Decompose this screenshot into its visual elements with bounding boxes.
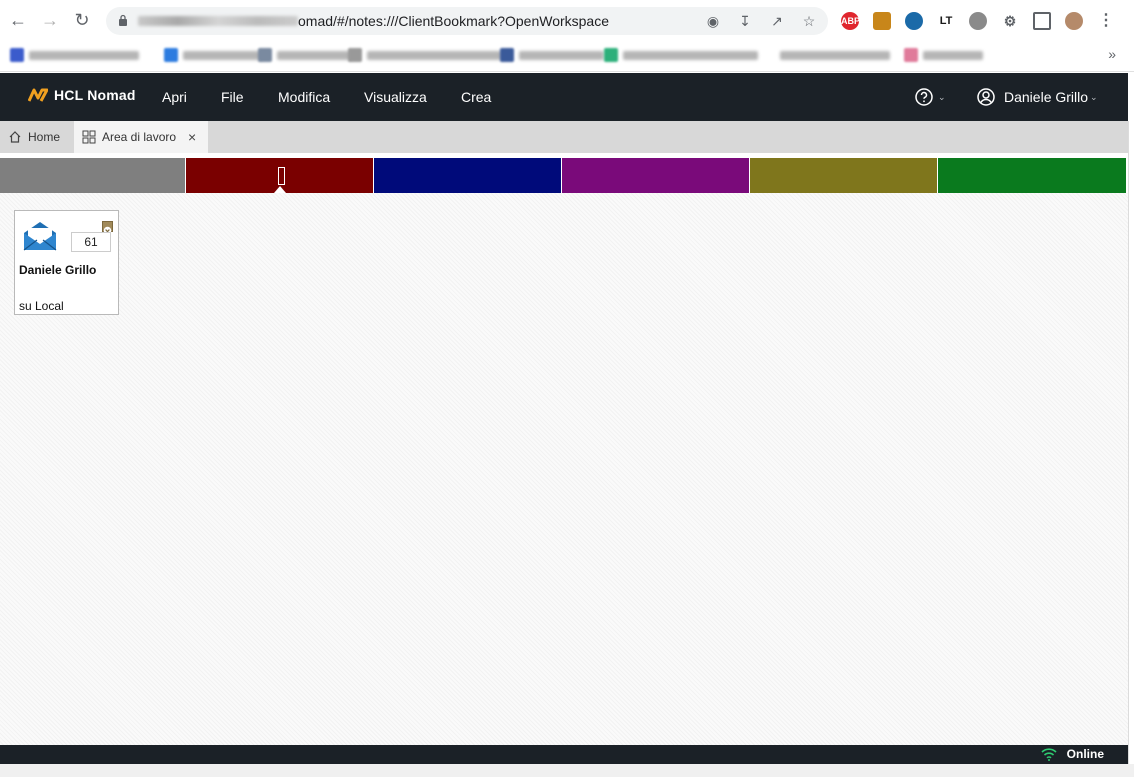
address-bar[interactable]: omad/#/notes:///ClientBookmark?OpenWorks… bbox=[106, 7, 828, 35]
menu-visualizza[interactable]: Visualizza bbox=[364, 89, 427, 105]
forward-icon[interactable]: → bbox=[40, 10, 60, 30]
tile-title: Daniele Grillo bbox=[19, 263, 97, 277]
puzzle-icon[interactable]: ⚙ bbox=[1001, 12, 1019, 30]
browser-toolbar: ← → ↻ omad/#/notes:///ClientBookmark?Ope… bbox=[0, 0, 1134, 40]
url-blurred-segment bbox=[138, 16, 298, 26]
chevron-down-icon: ⌄ bbox=[1090, 91, 1098, 102]
menu-crea[interactable]: Crea bbox=[461, 89, 491, 105]
tab-home[interactable]: Home bbox=[0, 121, 72, 153]
languagetool-icon[interactable]: LT bbox=[937, 12, 955, 30]
tab-bar: Home Area di lavoro × bbox=[0, 121, 1128, 153]
taskbar-strip bbox=[0, 764, 1134, 777]
star-icon[interactable]: ☆ bbox=[800, 12, 818, 30]
tab-label: Home bbox=[28, 130, 61, 144]
bookmark-item[interactable] bbox=[164, 48, 263, 62]
extension-icon[interactable] bbox=[873, 12, 891, 30]
workspace-canvas: 61 Daniele Grillo su Local bbox=[0, 193, 1128, 745]
install-icon[interactable]: ↧ bbox=[736, 12, 754, 30]
extension-icon[interactable] bbox=[969, 12, 987, 30]
app-header: HCL Nomad Apri File Modifica Visualizza … bbox=[0, 73, 1128, 121]
app-logo[interactable]: HCL Nomad bbox=[28, 87, 136, 103]
home-icon bbox=[9, 131, 21, 143]
close-icon[interactable]: × bbox=[188, 129, 196, 145]
wifi-icon bbox=[1041, 748, 1057, 761]
profile-avatar[interactable] bbox=[1065, 12, 1083, 30]
workspace-page-tabs bbox=[0, 158, 1126, 193]
bookmark-item[interactable] bbox=[500, 48, 604, 62]
bookmarks-overflow-icon[interactable]: » bbox=[1108, 46, 1116, 62]
connection-status: Online bbox=[1041, 747, 1104, 761]
help-icon bbox=[915, 88, 933, 106]
back-icon[interactable]: ← bbox=[8, 10, 28, 30]
window-edge bbox=[1128, 121, 1134, 777]
status-bar: Online bbox=[0, 745, 1128, 764]
selected-page-marker bbox=[278, 167, 285, 185]
user-menu[interactable]: Daniele Grillo ⌄ bbox=[976, 87, 1098, 107]
lock-icon bbox=[119, 14, 127, 26]
workspace-page-tab[interactable] bbox=[0, 158, 185, 193]
reload-icon[interactable]: ↻ bbox=[72, 10, 92, 30]
workspace-page-tab[interactable] bbox=[750, 158, 937, 193]
database-tile[interactable]: 61 Daniele Grillo su Local bbox=[14, 210, 119, 315]
bookmark-item[interactable] bbox=[904, 48, 983, 62]
menu-apri[interactable]: Apri bbox=[162, 89, 187, 105]
menu-file[interactable]: File bbox=[221, 89, 244, 105]
bookmark-item[interactable] bbox=[258, 48, 352, 62]
mail-icon bbox=[23, 222, 57, 251]
tab-label: Area di lavoro bbox=[102, 130, 177, 144]
grid-icon bbox=[82, 130, 96, 144]
status-text: Online bbox=[1066, 747, 1104, 761]
url-text: omad/#/notes:///ClientBookmark?OpenWorks… bbox=[298, 13, 610, 29]
bookmarks-bar: » bbox=[0, 40, 1134, 72]
kebab-menu-icon[interactable]: ⋮ bbox=[1097, 12, 1115, 30]
user-icon bbox=[977, 88, 995, 106]
brand-name: HCL Nomad bbox=[54, 87, 136, 103]
extension-icon[interactable] bbox=[905, 12, 923, 30]
bookmark-item[interactable] bbox=[604, 48, 758, 62]
user-name: Daniele Grillo bbox=[1004, 89, 1089, 105]
adblock-icon[interactable]: ABP bbox=[841, 12, 860, 30]
workspace-page-tab[interactable] bbox=[374, 158, 561, 193]
menu-modifica[interactable]: Modifica bbox=[278, 89, 330, 105]
help-button[interactable]: ⌄ bbox=[914, 87, 946, 107]
sidepanel-icon[interactable] bbox=[1033, 12, 1051, 30]
eye-icon[interactable]: ◉ bbox=[704, 12, 722, 30]
share-icon[interactable]: ↗ bbox=[768, 12, 786, 30]
selected-page-caret bbox=[274, 186, 286, 193]
tab-area-di-lavoro[interactable]: Area di lavoro × bbox=[74, 121, 208, 153]
chevron-down-icon: ⌄ bbox=[938, 91, 946, 102]
bookmark-item[interactable] bbox=[10, 48, 139, 62]
workspace-page-tab[interactable] bbox=[562, 158, 749, 193]
bookmark-item[interactable] bbox=[348, 48, 502, 62]
unread-count: 61 bbox=[71, 232, 111, 252]
tile-location: su Local bbox=[19, 299, 64, 313]
hcl-logo-icon bbox=[28, 88, 48, 102]
bookmark-item[interactable] bbox=[780, 48, 890, 62]
workspace-page-tab[interactable] bbox=[938, 158, 1126, 193]
tile-menu-button[interactable] bbox=[102, 221, 113, 235]
